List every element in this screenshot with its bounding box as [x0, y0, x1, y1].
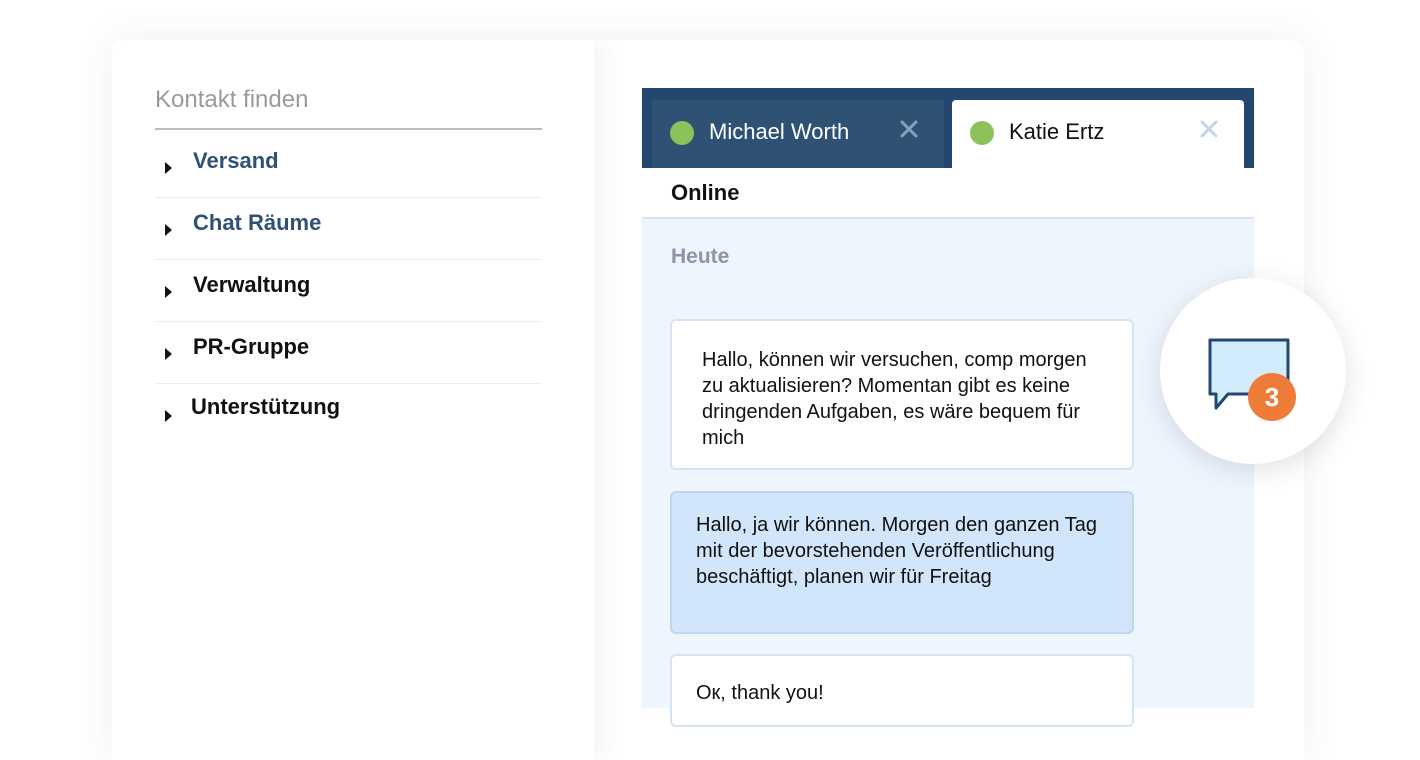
sidebar-item-chat-raeume[interactable]: Chat Räume — [155, 198, 542, 260]
chat-window: Michael Worth Katie Ertz Online Heute Ha… — [642, 88, 1254, 727]
caret-right-icon — [165, 286, 172, 298]
unread-count-badge: 3 — [1248, 373, 1296, 421]
tab-contact-name: Michael Worth — [709, 119, 850, 144]
caret-right-icon — [165, 348, 172, 360]
date-separator: Heute — [671, 245, 730, 268]
contact-status: Online — [671, 180, 740, 205]
close-icon[interactable] — [1196, 116, 1222, 142]
online-status-dot — [670, 121, 694, 145]
sidebar-item-label: Versand — [193, 148, 279, 173]
message-text: Hallo, ja wir können. Morgen den ganzen … — [696, 514, 1097, 588]
message-incoming: Hallo, können wir versuchen, comp morgen… — [670, 319, 1134, 470]
sidebar-item-unterstuetzung[interactable]: Unterstützung — [155, 384, 542, 446]
chat-header: Online — [642, 168, 1254, 219]
caret-right-icon — [165, 162, 172, 174]
message-text: Hallo, können wir versuchen, comp morgen… — [702, 349, 1087, 449]
sidebar-item-pr-gruppe[interactable]: PR-Gruppe — [155, 322, 542, 384]
tab-katie-ertz[interactable]: Katie Ertz — [952, 100, 1244, 168]
tab-contact-name: Katie Ertz — [1009, 119, 1105, 144]
sidebar-item-label: Chat Räume — [193, 210, 322, 235]
contact-search-input[interactable]: Kontakt finden — [155, 76, 542, 130]
contacts-sidebar: Kontakt finden Versand Chat Räume Verwal… — [112, 40, 594, 760]
caret-right-icon — [165, 224, 172, 236]
messenger-card: Kontakt finden Versand Chat Räume Verwal… — [112, 40, 1304, 760]
message-outgoing: Hallo, ja wir können. Morgen den ganzen … — [670, 491, 1134, 634]
tab-michael-worth[interactable]: Michael Worth — [652, 100, 944, 168]
online-status-dot — [970, 121, 994, 145]
sidebar-item-versand[interactable]: Versand — [155, 136, 542, 198]
sidebar-item-label: PR-Gruppe — [193, 334, 310, 359]
sidebar-item-label: Unterstützung — [191, 394, 341, 419]
chat-tab-bar: Michael Worth Katie Ertz — [642, 88, 1254, 168]
caret-right-icon — [165, 410, 172, 422]
chat-notification-button[interactable]: 3 — [1160, 278, 1346, 464]
message-incoming: Ок, thank you! — [670, 654, 1134, 727]
sidebar-item-label: Verwaltung — [193, 272, 311, 297]
search-placeholder: Kontakt finden — [155, 86, 309, 113]
close-icon[interactable] — [896, 116, 922, 142]
sidebar-item-verwaltung[interactable]: Verwaltung — [155, 260, 542, 322]
message-text: Ок, thank you! — [696, 682, 824, 704]
